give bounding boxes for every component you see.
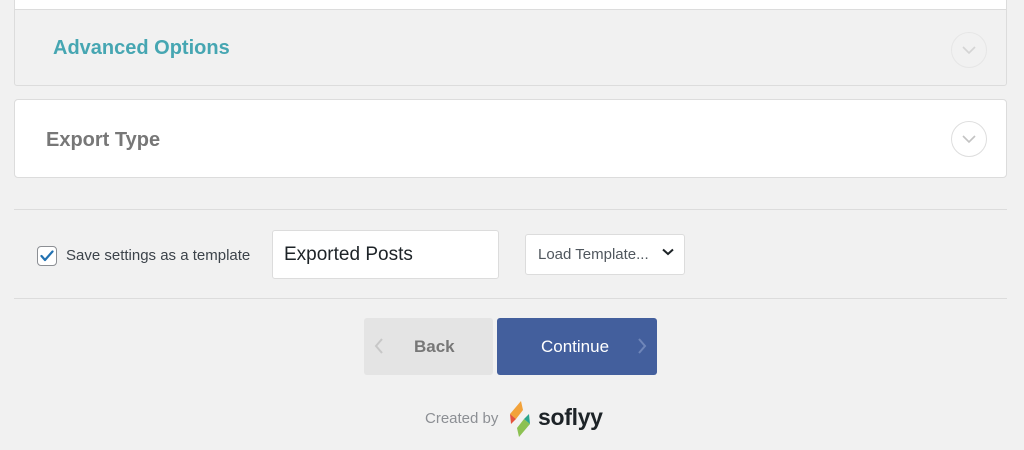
soflyy-brand-text[interactable]: soflyy xyxy=(538,404,603,431)
created-by-text: Created by xyxy=(425,410,499,427)
export-type-panel[interactable]: Export Type xyxy=(14,99,1007,178)
continue-button[interactable]: Continue xyxy=(497,318,657,375)
previous-section-edge xyxy=(15,0,1006,10)
back-label: Back xyxy=(414,337,455,356)
chevron-left-icon xyxy=(374,338,383,354)
checkmark-icon xyxy=(40,250,54,262)
chevron-down-icon[interactable] xyxy=(951,121,987,157)
load-template-select[interactable]: Load Template... xyxy=(525,234,685,275)
save-template-checkbox[interactable] xyxy=(37,246,57,266)
divider xyxy=(14,298,1007,299)
chevron-down-icon[interactable] xyxy=(951,32,987,68)
save-template-label[interactable]: Save settings as a template xyxy=(66,247,250,264)
back-button[interactable]: Back xyxy=(364,318,493,375)
chevron-down-icon xyxy=(662,248,674,256)
export-type-title[interactable]: Export Type xyxy=(46,129,160,152)
soflyy-logo-icon[interactable] xyxy=(507,400,533,438)
chevron-right-icon xyxy=(638,338,647,354)
continue-label: Continue xyxy=(541,337,610,356)
advanced-options-title[interactable]: Advanced Options xyxy=(53,37,230,60)
template-name-input[interactable] xyxy=(272,230,499,279)
divider xyxy=(14,209,1007,210)
load-template-value: Load Template... xyxy=(538,246,649,263)
advanced-options-panel[interactable]: Advanced Options xyxy=(14,0,1007,86)
